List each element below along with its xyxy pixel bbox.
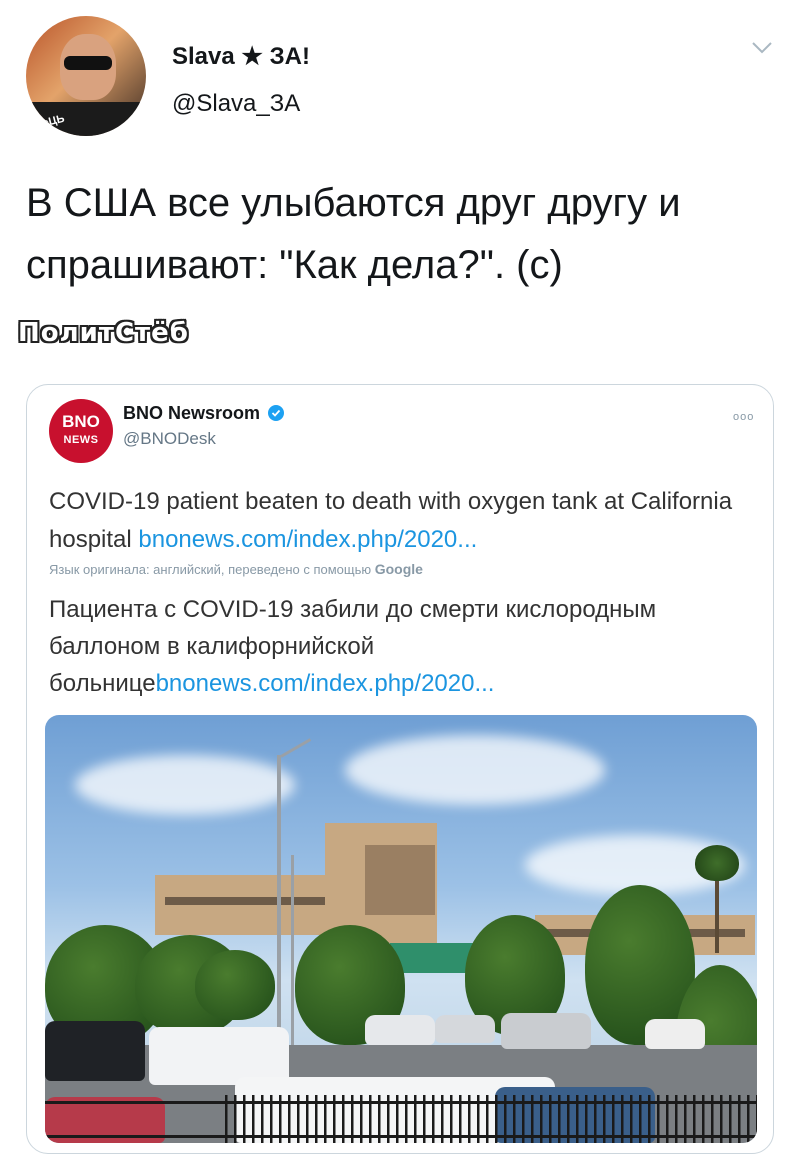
tweet-photo[interactable] — [45, 715, 757, 1143]
fence-bar — [747, 1095, 750, 1143]
author-name[interactable]: Slava ★ ЗА! — [172, 42, 310, 71]
cloud — [345, 735, 605, 805]
fence-bar — [351, 1095, 354, 1143]
bno-logo[interactable]: BNO NEWS — [49, 399, 113, 463]
fence-bar — [585, 1095, 588, 1143]
translation-note: Язык оригинала: английский, переведено с… — [49, 561, 423, 577]
palm-tree — [695, 845, 739, 881]
quoted-link[interactable]: bnonews.com/index.php/2020... — [138, 526, 477, 553]
bno-logo-line1: BNO — [62, 412, 100, 431]
hospital-wing-left — [155, 875, 335, 935]
fence-bar — [342, 1095, 345, 1143]
fence-bar — [666, 1095, 669, 1143]
lamp-arm — [280, 738, 312, 758]
car — [501, 1013, 591, 1049]
fence-bar — [702, 1095, 705, 1143]
fence-bar — [450, 1095, 453, 1143]
street-lamp — [277, 755, 281, 1045]
fence-bar — [504, 1095, 507, 1143]
fence-bar — [621, 1095, 624, 1143]
more-options-icon[interactable]: ooo — [733, 411, 754, 423]
fence-bar — [639, 1095, 642, 1143]
car — [435, 1015, 495, 1043]
fence-bar — [576, 1095, 579, 1143]
fence-bar — [567, 1095, 570, 1143]
google-translate-logo[interactable]: Google — [375, 561, 423, 577]
fence-bar — [279, 1095, 282, 1143]
car — [45, 1021, 145, 1081]
car — [645, 1019, 705, 1049]
fence-bar — [711, 1095, 714, 1143]
fence-bar — [315, 1095, 318, 1143]
watermark: ПолитСтёб — [18, 318, 189, 348]
fence-bar — [225, 1095, 228, 1143]
fence-bar — [306, 1095, 309, 1143]
fence-bar — [495, 1095, 498, 1143]
fence-bar — [459, 1095, 462, 1143]
fence-bar — [729, 1095, 732, 1143]
fence-bar — [738, 1095, 741, 1143]
fence-bar — [675, 1095, 678, 1143]
fence-bar — [324, 1095, 327, 1143]
translated-text: Пациента с COVID-19 забили до смерти кис… — [49, 591, 759, 702]
car — [365, 1015, 435, 1045]
hospital-sign-panel — [365, 845, 435, 915]
light-pole — [291, 855, 294, 1045]
fence-bar — [477, 1095, 480, 1143]
tweet-text: В США все улыбаются друг другу и спрашив… — [26, 181, 681, 287]
fence-bar — [234, 1095, 237, 1143]
tree — [195, 950, 275, 1020]
fence-bar — [432, 1095, 435, 1143]
fence-bar — [252, 1095, 255, 1143]
fence-bar — [261, 1095, 264, 1143]
fence-bar — [423, 1095, 426, 1143]
fence-bar — [756, 1095, 757, 1143]
fence-bar — [540, 1095, 543, 1143]
translated-link[interactable]: bnonews.com/index.php/2020... — [156, 670, 495, 697]
fence-bar — [288, 1095, 291, 1143]
fence-bar — [594, 1095, 597, 1143]
fence-bar — [486, 1095, 489, 1143]
fence-bar — [603, 1095, 606, 1143]
fence-bar — [612, 1095, 615, 1143]
fence-bar — [558, 1095, 561, 1143]
cloud — [75, 755, 295, 815]
fence-bar — [270, 1095, 273, 1143]
bno-logo-line2: NEWS — [63, 434, 99, 446]
fence-bar — [630, 1095, 633, 1143]
fence-bar — [522, 1095, 525, 1143]
translation-note-text: Язык оригинала: английский, переведено с… — [49, 562, 375, 577]
fence-bar — [378, 1095, 381, 1143]
fence-bar — [693, 1095, 696, 1143]
fence-bar — [297, 1095, 300, 1143]
author-avatar[interactable]: неЦЬ — [26, 16, 146, 136]
fence-bar — [513, 1095, 516, 1143]
fence-bar — [387, 1095, 390, 1143]
avatar-sunglasses — [64, 56, 112, 70]
fence-bar — [360, 1095, 363, 1143]
fence-bar — [405, 1095, 408, 1143]
window-row — [165, 897, 325, 905]
fence-bar — [468, 1095, 471, 1143]
iron-fence — [45, 1095, 757, 1143]
fence-bar — [243, 1095, 246, 1143]
chevron-down-icon[interactable] — [750, 40, 774, 56]
fence-bar — [333, 1095, 336, 1143]
quoted-text: COVID-19 patient beaten to death with ox… — [49, 483, 759, 559]
quoted-author-name[interactable]: BNO Newsroom — [123, 403, 260, 424]
fence-bar — [369, 1095, 372, 1143]
fence-bar — [531, 1095, 534, 1143]
fence-bar — [441, 1095, 444, 1143]
quoted-tweet-card[interactable]: BNO NEWS BNO Newsroom @BNODesk ooo COVID… — [26, 384, 774, 1154]
quoted-author-handle[interactable]: @BNODesk — [123, 429, 216, 449]
fence-bar — [396, 1095, 399, 1143]
fence-bar — [648, 1095, 651, 1143]
author-handle[interactable]: @Slava_ЗА — [172, 90, 300, 118]
fence-bar — [720, 1095, 723, 1143]
fence-bar — [549, 1095, 552, 1143]
fence-bar — [657, 1095, 660, 1143]
fence-bar — [684, 1095, 687, 1143]
fence-bar — [414, 1095, 417, 1143]
verified-badge-icon — [268, 405, 284, 421]
